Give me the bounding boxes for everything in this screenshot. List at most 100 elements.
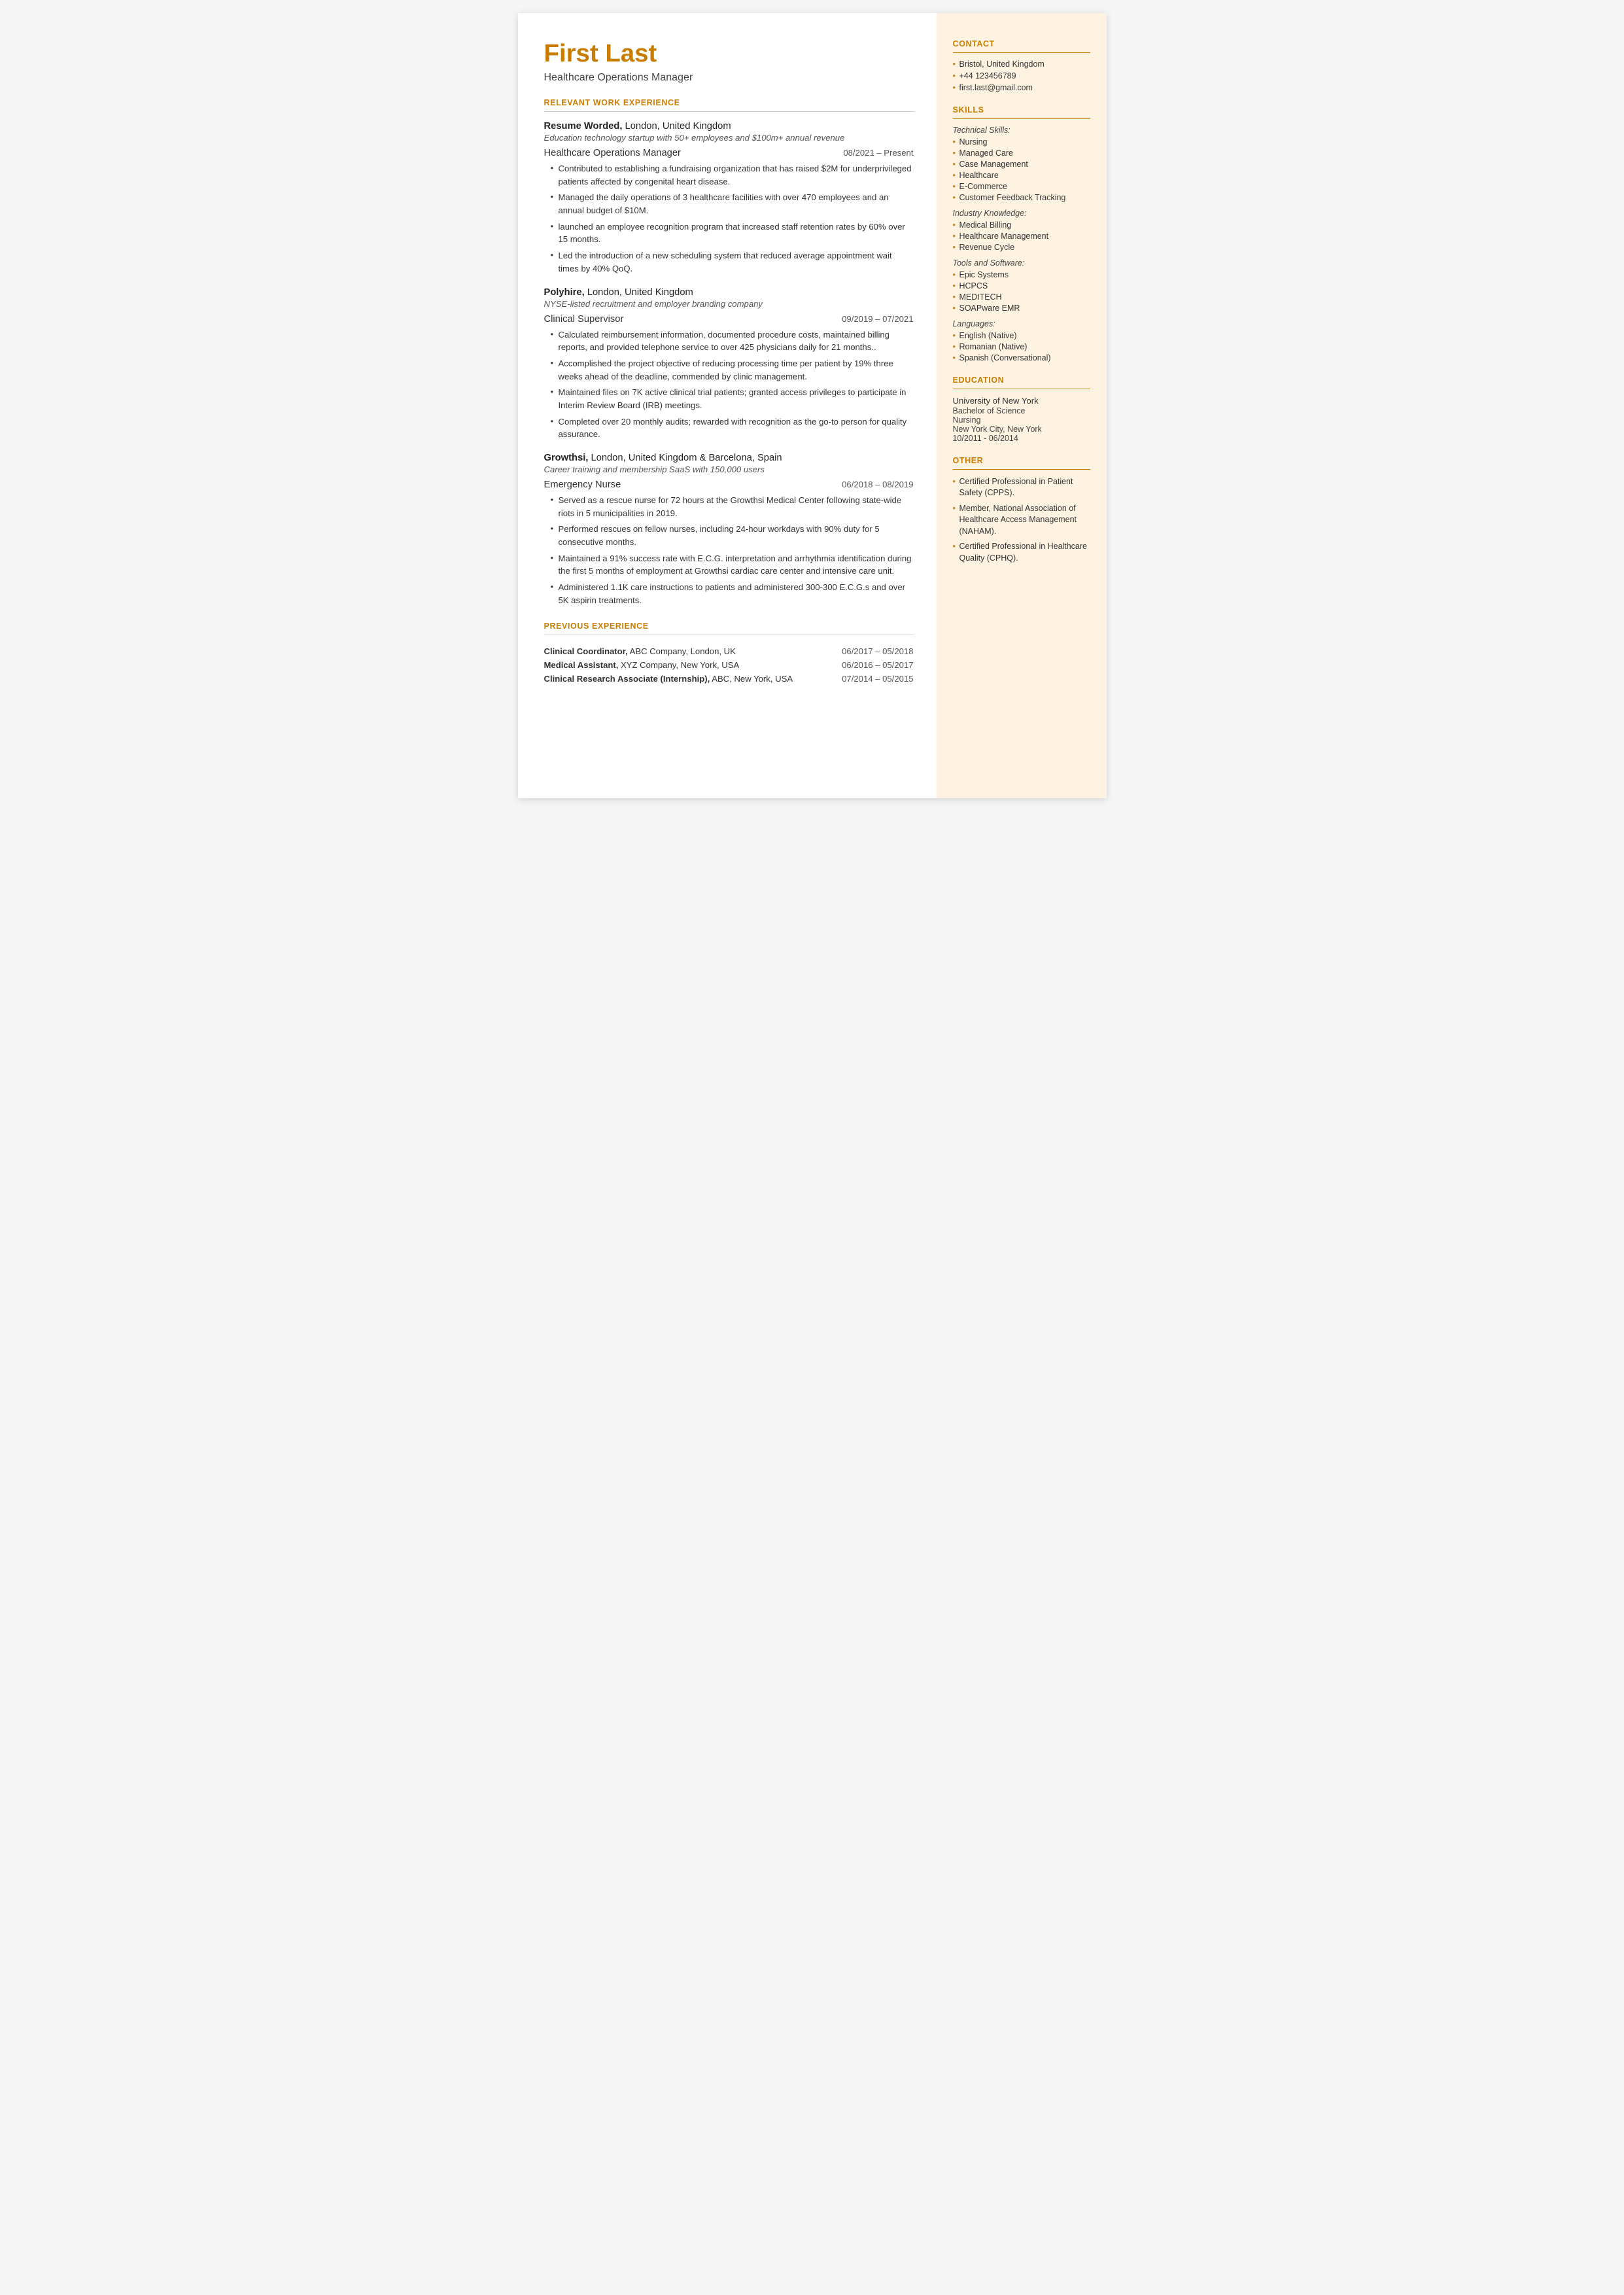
bullet-list-3: Served as a rescue nurse for 72 hours at… [544,494,914,607]
role-row-3: Emergency Nurse 06/2018 – 08/2019 [544,480,914,490]
role-dates-3: 06/2018 – 08/2019 [842,480,913,489]
bullet-1-3: Led the introduction of a new scheduling… [551,249,914,275]
candidate-name: First Last [544,39,914,68]
tools-skills-label: Tools and Software: [953,258,1090,268]
skill-tech-4: E-Commerce [953,182,1090,191]
skill-tech-3: Healthcare [953,171,1090,180]
left-column: First Last Healthcare Operations Manager… [518,13,937,798]
prev-exp-row-1: Medical Assistant, XYZ Company, New York… [544,658,914,672]
other-item-1: Member, National Association of Healthca… [953,503,1090,537]
skill-tech-0: Nursing [953,137,1090,147]
company-rest-2: London, United Kingdom [585,287,693,298]
bullet-2-3: Completed over 20 monthly audits; reward… [551,415,914,441]
skill-ind-2: Revenue Cycle [953,243,1090,252]
job-block-1: Resume Worded, London, United Kingdom Ed… [544,121,914,275]
skill-tool-1: HCPCS [953,281,1090,290]
resume-page: First Last Healthcare Operations Manager… [518,13,1107,798]
skills-title: SKILLS [953,105,1090,114]
bullet-2-2: Maintained files on 7K active clinical t… [551,386,914,412]
skill-tech-1: Managed Care [953,149,1090,158]
skill-tool-3: SOAPware EMR [953,304,1090,313]
language-1: Romanian (Native) [953,342,1090,351]
role-title-1: Healthcare Operations Manager [544,148,681,158]
job-block-3: Growthsi, London, United Kingdom & Barce… [544,453,914,607]
language-0: English (Native) [953,331,1090,340]
bullet-list-2: Calculated reimbursement information, do… [544,328,914,442]
prev-exp-role-0: Clinical Coordinator, ABC Company, Londo… [544,644,825,658]
contact-title: CONTACT [953,39,1090,48]
skill-ind-1: Healthcare Management [953,232,1090,241]
contact-item-0: Bristol, United Kingdom [953,60,1090,69]
other-title: OTHER [953,456,1090,465]
prev-role-bold-0: Clinical Coordinator, [544,646,628,656]
prev-role-rest-2: ABC, New York, USA [710,674,793,684]
prev-exp-row-2: Clinical Research Associate (Internship)… [544,672,914,686]
technical-skills-label: Technical Skills: [953,126,1090,135]
role-dates-1: 08/2021 – Present [843,148,913,158]
prev-exp-role-1: Medical Assistant, XYZ Company, New York… [544,658,825,672]
other-list: Certified Professional in Patient Safety… [953,476,1090,564]
company-name-2: Polyhire, London, United Kingdom [544,287,914,298]
technical-skills-list: Nursing Managed Care Case Management Hea… [953,137,1090,202]
company-bold-1: Resume Worded, [544,121,623,131]
bullet-3-3: Administered 1.1K care instructions to p… [551,581,914,606]
skill-ind-0: Medical Billing [953,220,1090,230]
skill-tool-2: MEDITECH [953,292,1090,302]
role-title-2: Clinical Supervisor [544,314,624,324]
skill-tech-5: Customer Feedback Tracking [953,193,1090,202]
tools-skills-list: Epic Systems HCPCS MEDITECH SOAPware EMR [953,270,1090,313]
bullet-1-1: Managed the daily operations of 3 health… [551,191,914,217]
role-dates-2: 09/2019 – 07/2021 [842,314,913,324]
bullet-2-0: Calculated reimbursement information, do… [551,328,914,354]
relevant-work-title: RELEVANT WORK EXPERIENCE [544,98,914,107]
language-2: Spanish (Conversational) [953,353,1090,362]
previous-exp-title: PREVIOUS EXPERIENCE [544,622,914,631]
bullet-1-2: launched an employee recognition program… [551,220,914,246]
contact-divider [953,52,1090,53]
other-item-2: Certified Professional in Healthcare Qua… [953,541,1090,564]
skill-tech-2: Case Management [953,160,1090,169]
edu-field: Nursing [953,415,1090,425]
prev-exp-dates-0: 06/2017 – 05/2018 [825,644,914,658]
education-block: University of New York Bachelor of Scien… [953,396,1090,443]
prev-exp-dates-1: 06/2016 – 05/2017 [825,658,914,672]
company-desc-1: Education technology startup with 50+ em… [544,133,914,143]
company-desc-3: Career training and membership SaaS with… [544,464,914,474]
bullet-3-1: Performed rescues on fellow nurses, incl… [551,523,914,548]
company-rest-1: London, United Kingdom [622,121,731,131]
company-name-1: Resume Worded, London, United Kingdom [544,121,914,131]
bullet-2-1: Accomplished the project objective of re… [551,357,914,383]
edu-school: University of New York [953,396,1090,406]
prev-role-rest-1: XYZ Company, New York, USA [618,660,739,670]
edu-location: New York City, New York [953,425,1090,434]
prev-role-bold-2: Clinical Research Associate (Internship)… [544,674,710,684]
prev-role-bold-1: Medical Assistant, [544,660,619,670]
bullet-3-2: Maintained a 91% success rate with E.C.G… [551,552,914,578]
edu-degree: Bachelor of Science [953,406,1090,415]
prev-exp-role-2: Clinical Research Associate (Internship)… [544,672,825,686]
bullet-1-0: Contributed to establishing a fundraisin… [551,162,914,188]
right-column: CONTACT Bristol, United Kingdom +44 1234… [937,13,1107,798]
other-item-0: Certified Professional in Patient Safety… [953,476,1090,499]
role-row-2: Clinical Supervisor 09/2019 – 07/2021 [544,314,914,324]
role-title-3: Emergency Nurse [544,480,621,490]
prev-role-rest-0: ABC Company, London, UK [628,646,736,656]
bullet-list-1: Contributed to establishing a fundraisin… [544,162,914,275]
languages-label: Languages: [953,319,1090,328]
industry-skills-label: Industry Knowledge: [953,209,1090,218]
education-title: EDUCATION [953,376,1090,385]
industry-skills-list: Medical Billing Healthcare Management Re… [953,220,1090,252]
contact-item-1: +44 123456789 [953,71,1090,80]
company-rest-3: London, United Kingdom & Barcelona, Spai… [588,453,782,463]
skill-tool-0: Epic Systems [953,270,1090,279]
section-divider [544,111,914,112]
skills-divider [953,118,1090,119]
prev-exp-dates-2: 07/2014 – 05/2015 [825,672,914,686]
previous-exp-table: Clinical Coordinator, ABC Company, Londo… [544,644,914,686]
edu-dates: 10/2011 - 06/2014 [953,434,1090,443]
company-desc-2: NYSE-listed recruitment and employer bra… [544,299,914,309]
bullet-3-0: Served as a rescue nurse for 72 hours at… [551,494,914,519]
candidate-title: Healthcare Operations Manager [544,72,914,84]
company-bold-2: Polyhire, [544,287,585,298]
languages-list: English (Native) Romanian (Native) Spani… [953,331,1090,362]
